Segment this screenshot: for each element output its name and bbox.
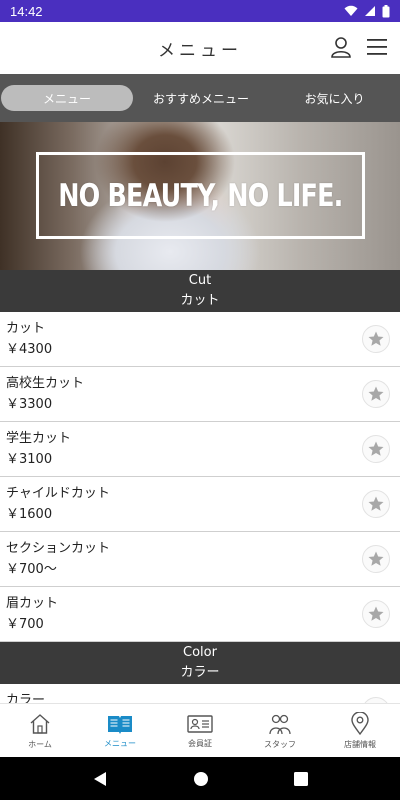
star-icon[interactable] <box>362 545 390 573</box>
signal-icon <box>365 6 375 16</box>
list-item[interactable]: カラー <box>0 684 400 703</box>
star-icon[interactable] <box>362 600 390 628</box>
wifi-icon <box>344 5 358 16</box>
item-price: ￥3100 <box>6 452 53 467</box>
user-icon[interactable] <box>330 36 352 58</box>
nav-menu[interactable]: メニュー <box>80 704 160 757</box>
item-name: カラー <box>6 693 46 703</box>
nav-store-info[interactable]: 店舗情報 <box>320 704 400 757</box>
battery-icon <box>382 4 390 17</box>
list-item[interactable]: セクションカット ￥700〜 <box>0 532 400 587</box>
item-name: 高校生カット <box>6 376 85 391</box>
home-icon <box>30 713 50 734</box>
section-title-ja: カット <box>180 293 220 308</box>
nav-label: ホーム <box>28 739 52 749</box>
item-name: セクションカット <box>6 541 111 556</box>
item-price: ￥1600 <box>6 507 53 522</box>
page-title: メニュー <box>158 40 242 61</box>
section-title-ja: カラー <box>180 665 220 680</box>
nav-staff[interactable]: スタッフ <box>240 704 320 757</box>
section-header-color: Color カラー <box>0 642 400 684</box>
section-title-en: Cut <box>188 273 212 288</box>
nav-label: 店舗情報 <box>344 739 376 749</box>
book-icon <box>108 715 132 734</box>
system-navigation-bar <box>0 757 400 800</box>
hero-banner: NO BEAUTY, NO LIFE. <box>0 122 400 270</box>
item-name: カット <box>6 321 46 336</box>
item-name: 眉カット <box>6 596 59 611</box>
nav-member-card[interactable]: 会員証 <box>160 704 240 757</box>
banner-frame: NO BEAUTY, NO LIFE. <box>36 152 365 239</box>
tab-favorites[interactable]: お気に入り <box>269 85 400 111</box>
star-icon[interactable] <box>362 490 390 518</box>
star-icon[interactable] <box>362 325 390 353</box>
item-price: ￥700 <box>6 617 44 632</box>
item-price: ￥4300 <box>6 342 53 357</box>
list-item[interactable]: 学生カット ￥3100 <box>0 422 400 477</box>
nav-label: 会員証 <box>188 738 212 748</box>
status-time: 14:42 <box>10 3 43 19</box>
section-title-en: Color <box>183 645 217 660</box>
star-icon[interactable] <box>362 380 390 408</box>
nav-label: メニュー <box>104 738 136 748</box>
menu-list[interactable]: Cut カット カット ￥4300 高校生カット ￥3300 学生カット ￥31… <box>0 270 400 703</box>
location-pin-icon <box>351 711 369 735</box>
bottom-navigation: ホーム メニュー 会員証 スタッフ 店舗情報 <box>0 703 400 757</box>
list-item[interactable]: 高校生カット ￥3300 <box>0 367 400 422</box>
list-item[interactable]: 眉カット ￥700 <box>0 587 400 642</box>
back-icon[interactable] <box>92 771 108 787</box>
star-icon[interactable] <box>362 435 390 463</box>
home-circle-icon[interactable] <box>193 771 209 787</box>
item-name: チャイルドカット <box>6 486 110 501</box>
system-indicators <box>344 4 390 18</box>
tab-recommended-menu[interactable]: おすすめメニュー <box>133 85 269 111</box>
list-item[interactable]: カット ￥4300 <box>0 312 400 367</box>
recents-icon[interactable] <box>293 771 308 786</box>
item-price: ￥3300 <box>6 397 53 412</box>
status-bar: 14:42 <box>0 0 400 22</box>
hamburger-menu-icon[interactable] <box>366 36 388 58</box>
staff-icon <box>269 714 291 734</box>
item-name: 学生カット <box>6 431 72 446</box>
menu-tabs: メニュー おすすめメニュー お気に入り <box>0 74 400 122</box>
app-header: メニュー <box>0 22 400 74</box>
banner-text: NO BEAUTY, NO LIFE. <box>58 177 343 214</box>
list-item[interactable]: チャイルドカット ￥1600 <box>0 477 400 532</box>
tab-menu[interactable]: メニュー <box>1 85 133 111</box>
nav-home[interactable]: ホーム <box>0 704 80 757</box>
section-header-cut: Cut カット <box>0 270 400 312</box>
item-price: ￥700〜 <box>6 562 57 577</box>
member-card-icon <box>187 714 213 733</box>
nav-label: スタッフ <box>264 739 296 749</box>
